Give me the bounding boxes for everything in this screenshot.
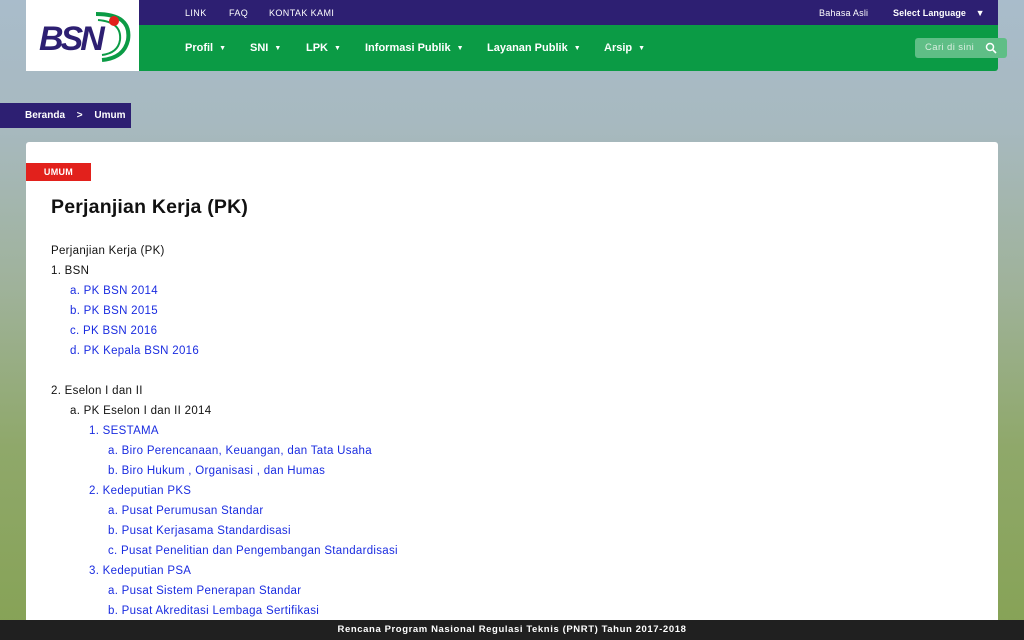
bahasa-asli-link[interactable]: Bahasa Asli xyxy=(819,0,868,25)
search-icon[interactable] xyxy=(985,42,997,54)
category-badge[interactable]: UMUM xyxy=(26,163,91,181)
nav-lpk[interactable]: LPK ▼ xyxy=(306,25,341,71)
caret-down-icon: ▼ xyxy=(456,45,464,52)
breadcrumb-home[interactable]: Beranda xyxy=(25,103,65,129)
pk-link-biro-hukum[interactable]: b. Biro Hukum , Organisasi , dan Humas xyxy=(108,464,325,478)
pk-link-bsn-2014[interactable]: a. PK BSN 2014 xyxy=(70,284,158,298)
caret-down-icon: ▼ xyxy=(274,45,282,52)
news-ticker[interactable]: Rencana Program Nasional Regulasi Teknis… xyxy=(0,620,1024,640)
pk-link-pusat-sistem[interactable]: a. Pusat Sistem Penerapan Standar xyxy=(108,584,301,598)
breadcrumb-separator: > xyxy=(76,110,83,121)
pk-link-bsn-2016[interactable]: c. PK BSN 2016 xyxy=(70,324,157,338)
nav-arsip-label: Arsip xyxy=(604,42,633,54)
language-select-label: Select Language xyxy=(893,8,967,18)
chevron-down-icon: ▼ xyxy=(975,8,985,18)
nav-arsip[interactable]: Arsip ▼ xyxy=(604,25,645,71)
search-placeholder: Cari di sini xyxy=(925,42,975,53)
unit-link-sestama[interactable]: 1. SESTAMA xyxy=(89,424,159,438)
breadcrumb-current: Umum xyxy=(94,110,126,121)
caret-down-icon: ▼ xyxy=(573,45,581,52)
nav-profil[interactable]: Profil ▼ xyxy=(185,25,226,71)
caret-down-icon: ▼ xyxy=(219,45,227,52)
unit-link-kedeputian-psa[interactable]: 3. Kedeputian PSA xyxy=(89,564,191,578)
main-nav: Profil ▼ SNI ▼ LPK ▼ Informasi Publik ▼ Laya… xyxy=(139,25,1007,71)
pk-link-pusat-penelitian[interactable]: c. Pusat Penelitian dan Pengembangan Sta… xyxy=(108,544,398,558)
intro-text: Perjanjian Kerja (PK) xyxy=(51,245,165,257)
article-panel: UMUM Perjanjian Kerja (PK) Perjanjian Ke… xyxy=(26,142,998,632)
nav-informasi-publik[interactable]: Informasi Publik ▼ xyxy=(365,25,464,71)
breadcrumb: Beranda > Umum xyxy=(0,103,131,128)
caret-down-icon: ▼ xyxy=(638,45,646,52)
pk-link-pusat-akreditasi[interactable]: b. Pusat Akreditasi Lembaga Sertifikasi xyxy=(108,604,319,618)
top-link-faq[interactable]: FAQ xyxy=(229,0,248,25)
pk-link-kepala-bsn-2016[interactable]: d. PK Kepala BSN 2016 xyxy=(70,344,199,358)
unit-link-kedeputian-pks[interactable]: 2. Kedeputian PKS xyxy=(89,484,191,498)
site-header: BSN LINK FAQ KONTAK KAMI Bahasa Asli Sel… xyxy=(26,0,1007,71)
pk-link-biro-perencanaan[interactable]: a. Biro Perencanaan, Keuangan, dan Tata … xyxy=(108,444,372,458)
top-link-link[interactable]: LINK xyxy=(185,0,207,25)
nav-layanan-publik[interactable]: Layanan Publik ▼ xyxy=(487,25,581,71)
section-heading-bsn: 1. BSN xyxy=(51,265,90,277)
caret-down-icon: ▼ xyxy=(334,45,341,52)
bsn-logo-icon: BSN xyxy=(39,12,131,62)
nav-sni[interactable]: SNI ▼ xyxy=(250,25,281,71)
nav-sni-label: SNI xyxy=(250,42,269,54)
language-select[interactable]: Select Language ▼ xyxy=(893,0,985,25)
pk-link-pusat-perumusan[interactable]: a. Pusat Perumusan Standar xyxy=(108,504,263,518)
top-bar: LINK FAQ KONTAK KAMI Bahasa Asli Select … xyxy=(139,0,998,25)
page-title: Perjanjian Kerja (PK) xyxy=(51,196,249,218)
nav-informasi-publik-label: Informasi Publik xyxy=(365,42,451,54)
nav-layanan-publik-label: Layanan Publik xyxy=(487,42,568,54)
pk-link-pusat-kerjasama[interactable]: b. Pusat Kerjasama Standardisasi xyxy=(108,524,291,538)
nav-profil-label: Profil xyxy=(185,42,214,54)
top-link-kontak[interactable]: KONTAK KAMI xyxy=(269,0,334,25)
logo[interactable]: BSN xyxy=(26,0,139,71)
search-input[interactable]: Cari di sini xyxy=(915,38,1007,58)
logo-text: BSN xyxy=(39,20,106,58)
sub-heading-eselon-2014: a. PK Eselon I dan II 2014 xyxy=(70,405,212,417)
pk-link-bsn-2015[interactable]: b. PK BSN 2015 xyxy=(70,304,158,318)
nav-lpk-label: LPK xyxy=(306,42,328,54)
section-heading-eselon: 2. Eselon I dan II xyxy=(51,385,143,397)
